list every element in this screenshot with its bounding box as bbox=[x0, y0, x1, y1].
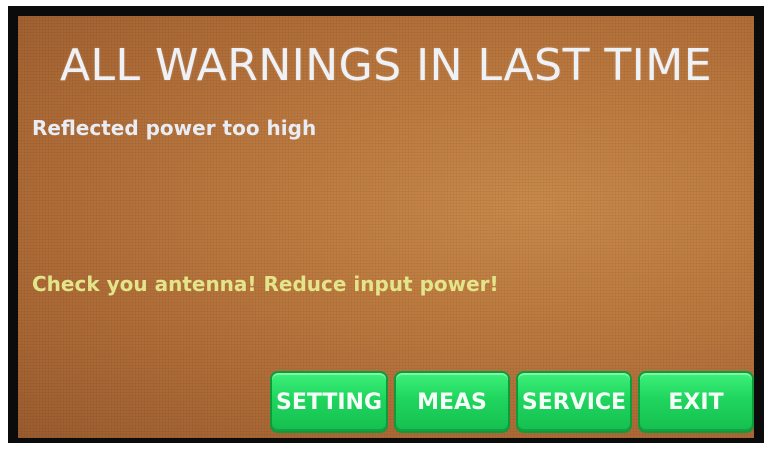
advice-message: Check you antenna! Reduce input power! bbox=[32, 272, 499, 296]
device-bezel: ALL WARNINGS IN LAST TIME Reflected powe… bbox=[0, 0, 768, 449]
meas-button[interactable]: MEAS bbox=[394, 371, 510, 433]
service-button[interactable]: SERVICE bbox=[516, 371, 632, 433]
warning-screen: ALL WARNINGS IN LAST TIME Reflected powe… bbox=[18, 16, 754, 438]
setting-button[interactable]: SETTING bbox=[270, 371, 388, 433]
page-title: ALL WARNINGS IN LAST TIME bbox=[59, 40, 713, 91]
exit-button[interactable]: EXIT bbox=[638, 371, 754, 433]
warning-message: Reflected power too high bbox=[32, 116, 317, 140]
button-bar: SETTING MEAS SERVICE EXIT bbox=[268, 371, 754, 435]
